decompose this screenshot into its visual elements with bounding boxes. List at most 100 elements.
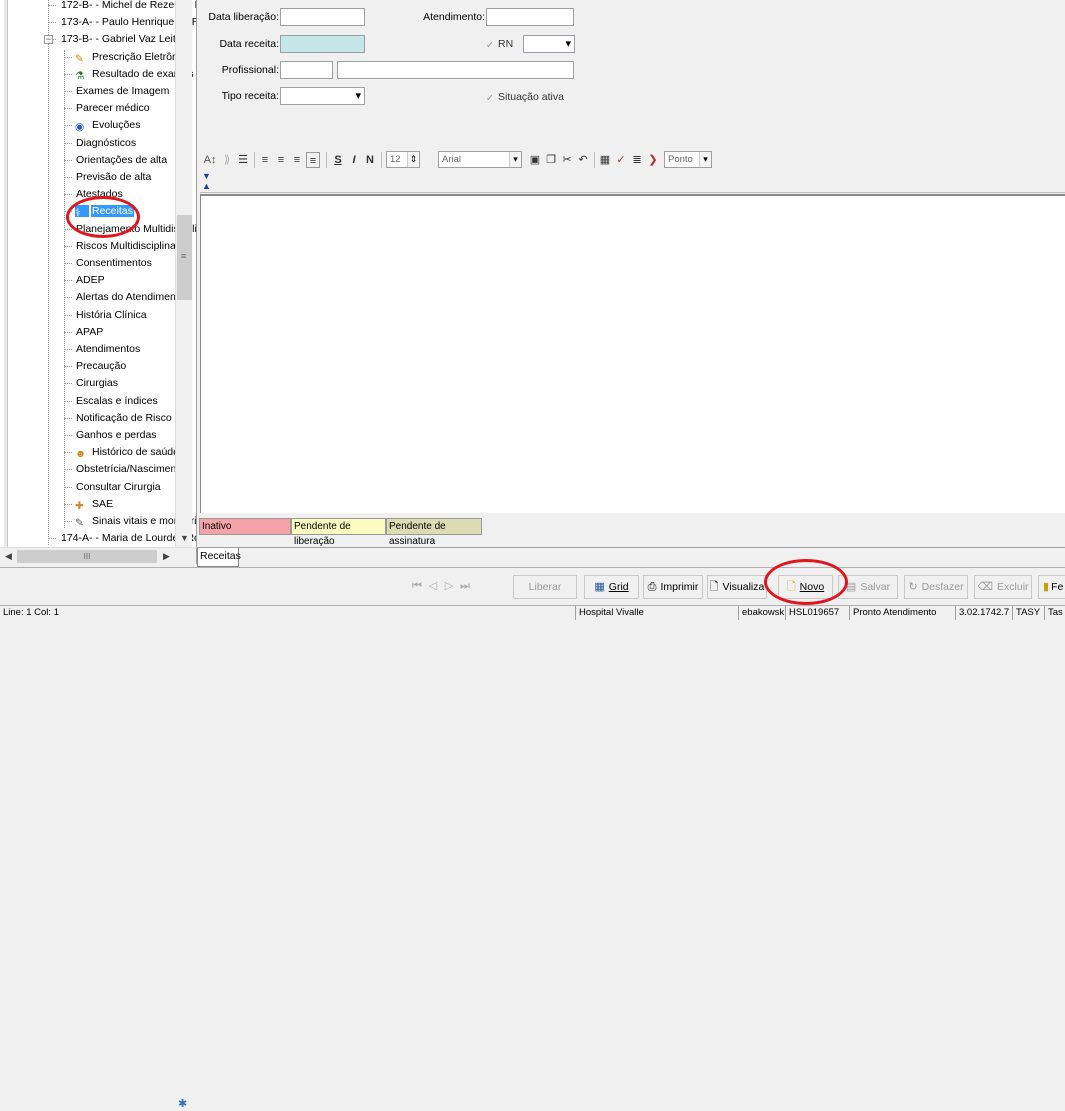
font-name-select[interactable]: Arial ▾ bbox=[438, 151, 522, 168]
tree-item-label: Cirurgias bbox=[76, 377, 119, 390]
collapse-icon[interactable]: − bbox=[44, 35, 53, 45]
grid-button[interactable]: ▦ Grid bbox=[584, 575, 639, 599]
font-size-change-icon[interactable]: A↕ bbox=[202, 152, 218, 168]
excluir-button[interactable]: ⌫ Excluir bbox=[974, 575, 1032, 599]
paragraph-icon[interactable]: ≣ bbox=[630, 152, 644, 168]
data-receita-field[interactable] bbox=[280, 35, 365, 53]
tree-item[interactable]: Orientações de alta bbox=[75, 152, 168, 168]
status-version: 3.02.1742.7 bbox=[955, 606, 1010, 620]
vitals-icon: ✎ bbox=[75, 517, 84, 529]
highlight-icon[interactable]: ❯ bbox=[646, 152, 660, 168]
rn-select[interactable] bbox=[523, 35, 575, 53]
tree-item[interactable]: Diagnósticos bbox=[75, 135, 137, 151]
tree-item[interactable]: ✚ SAE bbox=[75, 496, 114, 512]
first-line-indent-marker-icon[interactable]: ▼ bbox=[202, 171, 211, 181]
tree-item[interactable]: Escalas e índices bbox=[75, 393, 159, 409]
scroll-right-arrow-icon[interactable]: ▶ bbox=[158, 548, 175, 565]
spinner-icon[interactable]: ⇕ bbox=[407, 152, 419, 167]
novo-label: Novo bbox=[799, 581, 825, 593]
profissional-name-field[interactable] bbox=[337, 61, 574, 79]
tree-item[interactable]: Previsão de alta bbox=[75, 169, 152, 185]
salvar-button[interactable]: ▤ Salvar bbox=[838, 575, 898, 599]
tree-item[interactable]: Cirurgias bbox=[75, 375, 119, 391]
profissional-code-field[interactable] bbox=[280, 61, 333, 79]
novo-button[interactable]: 🗋 Novo bbox=[778, 575, 833, 599]
copy-icon[interactable]: ❐ bbox=[544, 152, 558, 168]
font-size-spinner[interactable]: 12 ⇕ bbox=[386, 151, 420, 168]
style-select[interactable]: Ponto ▾ bbox=[664, 151, 712, 168]
first-record-icon[interactable]: ⏮ bbox=[410, 579, 424, 593]
tree-item[interactable]: Alertas do Atendimento bbox=[75, 289, 186, 305]
cut-icon[interactable]: ✂ bbox=[560, 152, 574, 168]
last-record-icon[interactable]: ⏭ bbox=[458, 579, 472, 593]
tree-vertical-scroll-thumb[interactable]: ≡ bbox=[177, 215, 192, 300]
paste-icon[interactable]: ▣ bbox=[528, 152, 542, 168]
tree-item[interactable]: ☻ Histórico de saúde bbox=[75, 444, 180, 460]
tree-item[interactable]: Atestados bbox=[75, 186, 124, 202]
tree-item[interactable]: Precaução bbox=[75, 358, 127, 374]
atendimento-field[interactable] bbox=[486, 8, 574, 26]
tree-horizontal-scrollbar[interactable]: ◀ III ▶ ✱ bbox=[0, 547, 197, 1110]
status-hospital: Hospital Vivalle bbox=[575, 606, 735, 620]
status-bar: Line: 1 Col: 1 Hospital Vivalle ebakowsk… bbox=[0, 605, 1065, 620]
dropdown-arrow-icon[interactable]: ▾ bbox=[509, 152, 521, 167]
tree-item-label: Obstetrícia/Nascimentos bbox=[76, 463, 191, 476]
checkbox-checked-icon: ✓ bbox=[485, 40, 495, 51]
dropdown-arrow-icon[interactable]: ▾ bbox=[699, 152, 711, 167]
insert-table-icon[interactable]: ▦ bbox=[598, 152, 612, 168]
scroll-down-arrow-icon[interactable]: ▼ bbox=[176, 530, 193, 547]
tree-item[interactable]: ◉ Evoluções bbox=[75, 117, 141, 133]
tipo-receita-select[interactable] bbox=[280, 87, 365, 105]
left-indent-marker-icon[interactable]: ▲ bbox=[202, 181, 211, 191]
visualizar-button[interactable]: 🗋 Visualiza bbox=[707, 575, 767, 599]
italic-button[interactable]: I bbox=[348, 152, 360, 168]
align-left-icon[interactable]: ≡ bbox=[258, 152, 272, 168]
toolbar-separator bbox=[326, 152, 327, 168]
tree-item[interactable]: Consentimentos bbox=[75, 255, 153, 271]
tree-item[interactable]: Notificação de Risco bbox=[75, 410, 173, 426]
align-right-icon[interactable]: ≡ bbox=[290, 152, 304, 168]
tree-item[interactable]: História Clínica bbox=[75, 307, 148, 323]
scroll-left-arrow-icon[interactable]: ◀ bbox=[0, 548, 17, 565]
editor-ruler[interactable]: ▼ ▲ bbox=[200, 171, 1065, 193]
tree-item-label: ADEP bbox=[76, 274, 105, 287]
situacao-ativa-checkbox[interactable]: ✓ Situação ativa bbox=[485, 90, 564, 104]
fechar-button[interactable]: ▮ Fe bbox=[1038, 575, 1065, 599]
data-liberacao-field[interactable] bbox=[280, 8, 365, 26]
tab-strip: Receitas bbox=[197, 547, 1065, 567]
liberar-button[interactable]: Liberar bbox=[513, 575, 577, 599]
align-center-icon[interactable]: ≡ bbox=[274, 152, 288, 168]
tree-item[interactable]: Consultar Cirurgia bbox=[75, 479, 162, 495]
tree-item[interactable]: Obstetrícia/Nascimentos bbox=[75, 461, 191, 477]
previous-record-icon[interactable]: ◁ bbox=[426, 579, 440, 593]
desfazer-button[interactable]: ↻ Desfazer bbox=[904, 575, 968, 599]
align-justify-icon[interactable]: ≡ bbox=[306, 152, 320, 168]
tree-item[interactable]: Exames de Imagem bbox=[75, 83, 170, 99]
printer-icon: ⎙ bbox=[647, 581, 657, 593]
tree-item[interactable]: APAP bbox=[75, 324, 104, 340]
tree-item[interactable]: ⚕ Receitas bbox=[75, 203, 134, 219]
prescription-text-editor[interactable] bbox=[200, 194, 1065, 513]
pin-icon[interactable]: ✱ bbox=[178, 1097, 192, 1111]
tree-item[interactable]: 173-B- - Gabriel Vaz Leite bbox=[60, 31, 183, 47]
tree-vertical-scrollbar[interactable]: ≡ ▼ bbox=[175, 0, 192, 547]
tree-connector bbox=[64, 263, 72, 264]
tree-item[interactable]: Parecer médico bbox=[75, 100, 151, 116]
tab-receitas[interactable]: Receitas bbox=[197, 548, 241, 567]
underline-button[interactable]: S bbox=[332, 152, 344, 168]
tree-item-label: Ganhos e perdas bbox=[76, 429, 157, 441]
tree-item[interactable]: Atendimentos bbox=[75, 341, 141, 357]
bullet-list-icon[interactable]: ☰ bbox=[236, 152, 250, 168]
imprimir-button[interactable]: ⎙ Imprimir bbox=[643, 575, 703, 599]
tree-item[interactable]: Ganhos e perdas bbox=[75, 427, 158, 443]
spellcheck-icon[interactable]: ✓ bbox=[614, 152, 628, 168]
undo-icon[interactable]: ↶ bbox=[576, 152, 590, 168]
format-painter-icon[interactable]: ⟫ bbox=[220, 152, 234, 168]
font-size-value: 12 bbox=[390, 154, 401, 165]
bold-button[interactable]: N bbox=[364, 152, 376, 168]
rn-checkbox[interactable]: ✓ RN bbox=[485, 37, 513, 51]
tree-horizontal-scroll-thumb[interactable]: III bbox=[17, 550, 157, 563]
tree-item[interactable]: ADEP bbox=[75, 272, 106, 288]
tree-item[interactable]: Riscos Multidisciplinares bbox=[75, 238, 191, 254]
next-record-icon[interactable]: ▷ bbox=[442, 579, 456, 593]
